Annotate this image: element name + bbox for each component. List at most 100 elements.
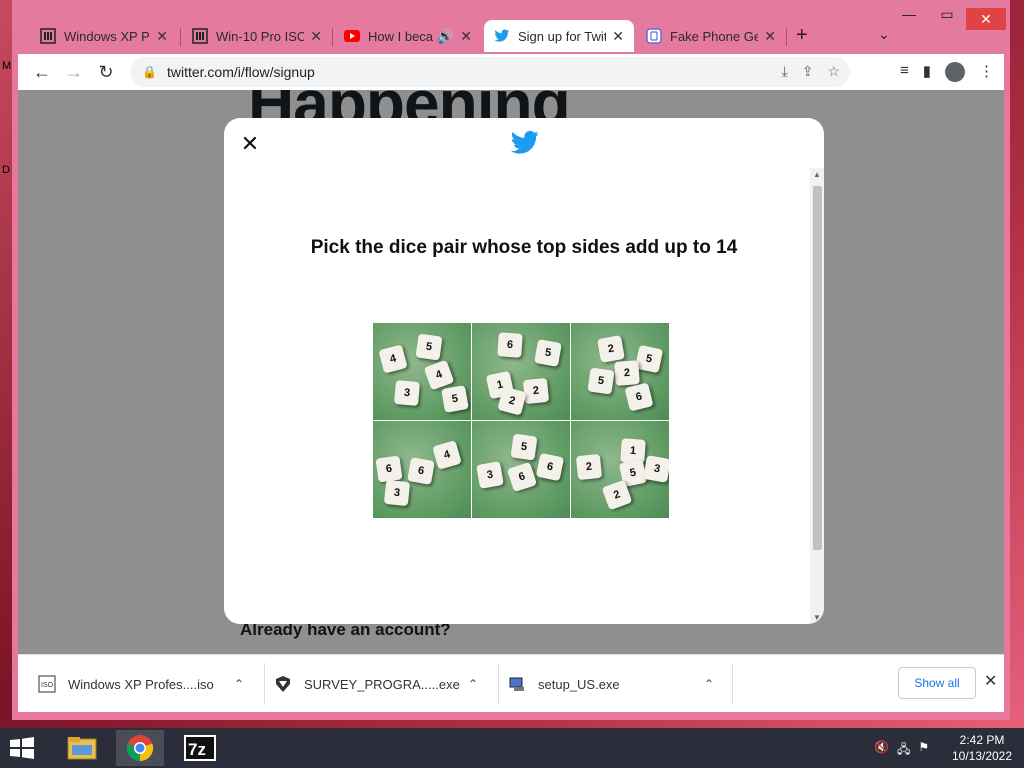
chrome-icon[interactable] bbox=[116, 730, 164, 766]
svg-text:7z: 7z bbox=[188, 740, 206, 759]
divider bbox=[498, 663, 499, 705]
captcha-tile-1[interactable]: 4 5 4 3 5 bbox=[373, 323, 471, 420]
twitter-icon bbox=[494, 28, 510, 44]
captcha-prompt: Pick the dice pair whose top sides add u… bbox=[310, 237, 738, 258]
die: 2 bbox=[522, 377, 550, 405]
captcha-tile-2[interactable]: 6 1 5 2 2 bbox=[472, 323, 570, 420]
action-center-icon[interactable]: ⚑ bbox=[918, 740, 929, 761]
download-shelf: ISO Windows XP Profes....iso ⌃ SURVEY_PR… bbox=[18, 654, 1004, 712]
die: 2 bbox=[614, 360, 640, 386]
die: 6 bbox=[624, 382, 654, 412]
building-icon bbox=[192, 28, 208, 44]
die: 6 bbox=[506, 461, 538, 493]
reload-icon[interactable]: ↻ bbox=[90, 62, 122, 83]
share-icon[interactable]: ⇪ bbox=[802, 63, 814, 80]
tab-windows-xp[interactable]: Windows XP Pro ✕ bbox=[30, 20, 178, 52]
divider bbox=[732, 663, 733, 705]
die: 4 bbox=[432, 440, 462, 470]
star-icon[interactable]: ☆ bbox=[827, 63, 840, 80]
chevron-up-icon[interactable]: ⌃ bbox=[468, 677, 478, 691]
captcha-tile-6[interactable]: 2 1 5 3 2 bbox=[571, 421, 669, 518]
captcha-image-grid: 4 5 4 3 5 6 1 5 2 2 2 5 2 5 6 6 3 4 6 3 … bbox=[373, 323, 669, 519]
new-tab-button[interactable]: + bbox=[796, 24, 808, 47]
die: 5 bbox=[510, 433, 538, 461]
tab-twitter-signup[interactable]: Sign up for Twitt ✕ bbox=[484, 20, 634, 52]
tab-win10[interactable]: Win-10 Pro ISO ✕ bbox=[182, 20, 332, 52]
download-item[interactable]: setup_US.exe ⌃ bbox=[508, 655, 726, 713]
window-close-button[interactable]: ✕ bbox=[966, 8, 1006, 30]
die: 5 bbox=[415, 333, 443, 361]
captcha-tile-5[interactable]: 3 5 6 6 bbox=[472, 421, 570, 518]
url-text: twitter.com/i/flow/signup bbox=[166, 64, 315, 80]
close-icon[interactable]: ✕ bbox=[764, 28, 776, 45]
scroll-down-icon[interactable]: ▼ bbox=[813, 613, 821, 622]
die: 6 bbox=[407, 457, 435, 485]
volume-muted-icon[interactable]: 🔇 bbox=[874, 740, 889, 761]
show-all-button[interactable]: Show all bbox=[898, 667, 976, 699]
close-icon[interactable]: ✕ bbox=[310, 28, 322, 45]
captcha-tile-4[interactable]: 6 3 4 6 bbox=[373, 421, 471, 518]
download-filename: setup_US.exe bbox=[538, 676, 620, 692]
chevron-up-icon[interactable]: ⌃ bbox=[234, 677, 244, 691]
scrollbar-thumb[interactable] bbox=[813, 186, 822, 550]
back-arrow-icon[interactable]: ← bbox=[26, 62, 58, 83]
tab-title: Windows XP Pro bbox=[64, 28, 150, 44]
close-icon[interactable]: ✕ bbox=[460, 28, 472, 45]
desktop-icon-label: M bbox=[2, 60, 12, 72]
install-icon[interactable]: ⤓ bbox=[782, 63, 788, 80]
clock[interactable]: 2:42 PM 10/13/2022 bbox=[944, 732, 1020, 764]
die: 6 bbox=[497, 332, 523, 358]
system-tray: 🔇 🖧 ⚑ bbox=[874, 740, 929, 761]
desktop-icon-label: D bbox=[2, 164, 10, 176]
reading-list-icon[interactable]: ≡ bbox=[900, 62, 909, 82]
captcha-tile-3[interactable]: 2 5 2 5 6 bbox=[571, 323, 669, 420]
die: 3 bbox=[393, 379, 421, 407]
chevron-down-icon[interactable]: ⌄ bbox=[878, 26, 890, 43]
download-item[interactable]: ISO Windows XP Profes....iso ⌃ bbox=[38, 655, 256, 713]
address-bar[interactable]: 🔒 twitter.com/i/flow/signup ⤓ ⇪ ☆ bbox=[130, 57, 850, 87]
minimize-button[interactable]: — bbox=[892, 6, 926, 22]
setup-exe-icon bbox=[508, 675, 526, 693]
die: 2 bbox=[575, 453, 603, 481]
survey-exe-icon bbox=[274, 675, 292, 693]
die: 2 bbox=[497, 386, 527, 416]
network-icon[interactable]: 🖧 bbox=[897, 740, 910, 761]
signup-modal: ✕ ▲ ▼ Pick the dice pair whose top sides… bbox=[224, 118, 824, 624]
menu-dots-icon[interactable]: ⋮ bbox=[979, 62, 994, 82]
chevron-up-icon[interactable]: ⌃ bbox=[704, 677, 714, 691]
download-item[interactable]: SURVEY_PROGRA.....exe ⌃ bbox=[274, 655, 490, 713]
svg-text:ISO: ISO bbox=[41, 682, 54, 689]
download-filename: SURVEY_PROGRA.....exe bbox=[304, 676, 460, 692]
close-icon[interactable]: ✕ bbox=[984, 671, 997, 691]
tab-youtube[interactable]: How I becam 🔊 ✕ bbox=[334, 20, 482, 52]
side-panel-icon[interactable]: ▮ bbox=[923, 62, 931, 82]
die: 3 bbox=[476, 461, 504, 489]
tab-fake-phone[interactable]: Fake Phone Gen ✕ bbox=[636, 20, 786, 52]
tab-title: Win-10 Pro ISO bbox=[216, 28, 305, 44]
profile-avatar-icon[interactable] bbox=[945, 62, 965, 82]
phone-generator-icon bbox=[646, 28, 662, 44]
close-icon[interactable]: ✕ bbox=[612, 28, 624, 45]
close-icon[interactable]: ✕ bbox=[156, 28, 168, 45]
iso-file-icon: ISO bbox=[38, 675, 56, 693]
taskbar: 7z 🔇 🖧 ⚑ 2:42 PM 10/13/2022 bbox=[0, 728, 1024, 768]
windows-start-icon[interactable] bbox=[8, 736, 36, 760]
die: 5 bbox=[587, 367, 615, 395]
die: 3 bbox=[643, 455, 669, 483]
close-icon[interactable]: ✕ bbox=[238, 132, 262, 156]
maximize-button[interactable]: ▭ bbox=[930, 6, 964, 23]
7zip-icon[interactable]: 7z bbox=[176, 730, 224, 766]
tab-divider bbox=[332, 28, 333, 46]
browser-toolbar: ← → ↻ 🔒 twitter.com/i/flow/signup ⤓ ⇪ ☆ … bbox=[18, 54, 1004, 90]
scroll-up-icon[interactable]: ▲ bbox=[813, 170, 821, 179]
divider bbox=[264, 663, 265, 705]
modal-scrollbar[interactable]: ▲ ▼ bbox=[810, 168, 824, 624]
forward-arrow-icon[interactable]: → bbox=[58, 62, 90, 83]
tab-title: Fake Phone Gen bbox=[670, 28, 759, 44]
tab-title: How I becam bbox=[368, 28, 433, 44]
youtube-icon bbox=[344, 28, 360, 44]
die: 6 bbox=[375, 455, 403, 483]
speaker-icon[interactable]: 🔊 bbox=[437, 28, 454, 45]
file-explorer-icon[interactable] bbox=[58, 730, 106, 766]
download-filename: Windows XP Profes....iso bbox=[68, 676, 214, 692]
